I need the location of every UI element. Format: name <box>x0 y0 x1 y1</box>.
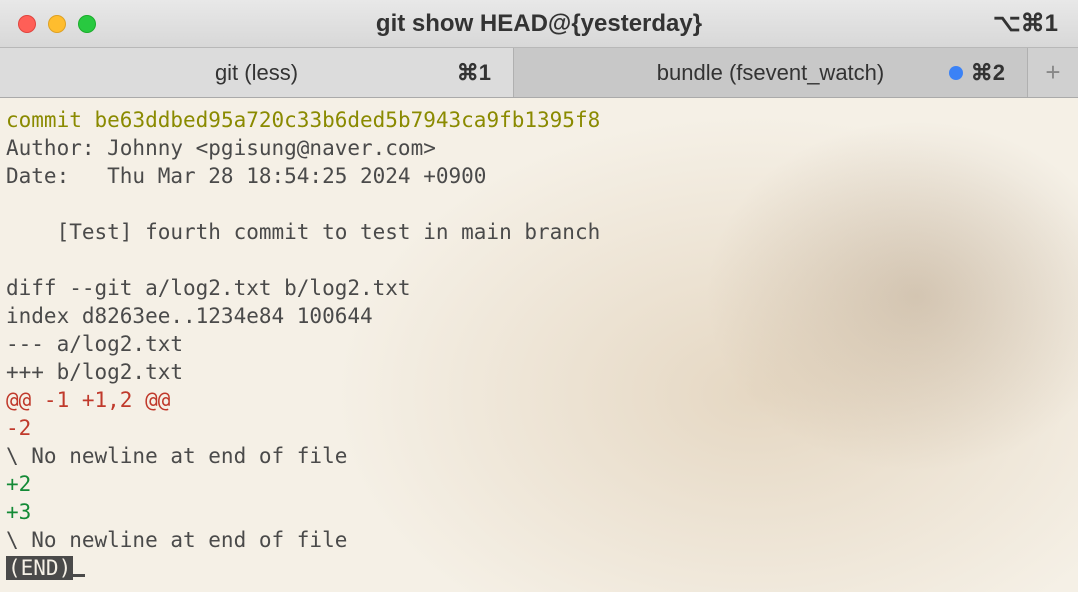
author-line: Author: Johnny <pgisung@naver.com> <box>6 136 436 160</box>
tab-label: bundle (fsevent_watch) <box>657 60 884 86</box>
diff-hunk: @@ -1 +1,2 @@ <box>6 388 170 412</box>
tab-shortcut: ⌘2 <box>949 60 1005 86</box>
tab-shortcut: ⌘1 <box>457 60 491 86</box>
cursor <box>73 574 85 577</box>
status-dot-icon <box>949 66 963 80</box>
index-line: index d8263ee..1234e84 100644 <box>6 304 373 328</box>
close-button[interactable] <box>18 15 36 33</box>
window-title: git show HEAD@{yesterday} <box>0 10 1078 38</box>
diff-minus-file: --- a/log2.txt <box>6 332 183 356</box>
commit-message: [Test] fourth commit to test in main bra… <box>6 220 600 244</box>
commit-hash: be63ddbed95a720c33b6ded5b7943ca9fb1395f8 <box>95 108 601 132</box>
diff-plus-file: +++ b/log2.txt <box>6 360 183 384</box>
tab-bundle-fsevent[interactable]: bundle (fsevent_watch) ⌘2 <box>514 48 1028 97</box>
traffic-lights <box>18 15 96 33</box>
date-line: Date: Thu Mar 28 18:54:25 2024 +0900 <box>6 164 486 188</box>
diff-del-line: -2 <box>6 416 31 440</box>
titlebar: git show HEAD@{yesterday} ⌥⌘1 <box>0 0 1078 48</box>
pager-end-marker: (END) <box>6 556 73 580</box>
tab-git-less[interactable]: git (less) ⌘1 <box>0 48 514 97</box>
tabbar: git (less) ⌘1 bundle (fsevent_watch) ⌘2 … <box>0 48 1078 98</box>
diff-no-newline: \ No newline at end of file <box>6 444 347 468</box>
terminal-pane[interactable]: commit be63ddbed95a720c33b6ded5b7943ca9f… <box>0 98 1078 592</box>
diff-header: diff --git a/log2.txt b/log2.txt <box>6 276 411 300</box>
diff-no-newline: \ No newline at end of file <box>6 528 347 552</box>
new-tab-button[interactable]: + <box>1028 48 1078 97</box>
terminal-content: commit be63ddbed95a720c33b6ded5b7943ca9f… <box>0 98 1078 590</box>
minimize-button[interactable] <box>48 15 66 33</box>
window-shortcut: ⌥⌘1 <box>993 9 1058 38</box>
diff-add-line: +3 <box>6 500 31 524</box>
commit-label: commit <box>6 108 82 132</box>
tab-label: git (less) <box>215 60 298 86</box>
diff-add-line: +2 <box>6 472 31 496</box>
maximize-button[interactable] <box>78 15 96 33</box>
